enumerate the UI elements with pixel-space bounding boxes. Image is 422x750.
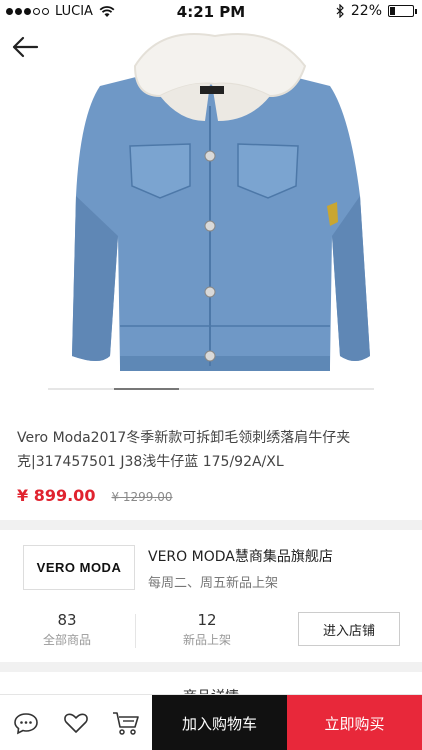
current-price: ¥ 899.00 [17,486,96,505]
original-price: ¥ 1299.00 [111,490,173,504]
bluetooth-icon [336,4,344,18]
status-bar: LUCIA 4:21 PM 22% [0,0,422,24]
section-divider [0,662,422,672]
battery-icon [388,5,417,17]
store-logo-text: VERO MODA [36,560,122,575]
add-to-cart-button[interactable]: 加入购物车 [152,695,287,750]
product-image[interactable] [40,26,385,376]
bottom-action-bar: 加入购物车 立即购买 [0,694,422,750]
back-button[interactable] [8,32,42,62]
carousel-indicator [48,388,374,390]
store-logo[interactable]: VERO MODA [23,545,135,590]
store-name[interactable]: VERO MODA慧商集品旗舰店 [148,546,333,566]
stat-new-products[interactable]: 12 新品上架 [157,611,257,648]
price-row: ¥ 899.00 ¥ 1299.00 [17,486,173,505]
stat-value: 83 [57,611,77,629]
buy-now-button[interactable]: 立即购买 [287,695,422,750]
enter-store-button[interactable]: 进入店铺 [298,612,400,646]
battery-percent: 22% [350,3,382,19]
stat-value: 12 [197,611,217,629]
stat-label: 全部商品 [42,633,91,647]
chat-icon [14,713,38,735]
section-divider [0,520,422,530]
favorite-button[interactable] [52,695,100,750]
back-arrow-icon [12,36,39,58]
product-title: Vero Moda2017冬季新款可拆卸毛领刺绣落肩牛仔夹克|317457501… [17,430,351,470]
cart-button[interactable] [102,695,150,750]
heart-icon [64,713,88,733]
chat-button[interactable] [2,695,50,750]
stat-separator [135,614,136,648]
store-subtitle: 每周二、周五新品上架 [148,576,279,591]
stat-all-products[interactable]: 83 全部商品 [17,611,117,648]
carousel-thumb [114,388,179,390]
stat-label: 新品上架 [182,633,231,647]
cart-icon [113,712,139,735]
